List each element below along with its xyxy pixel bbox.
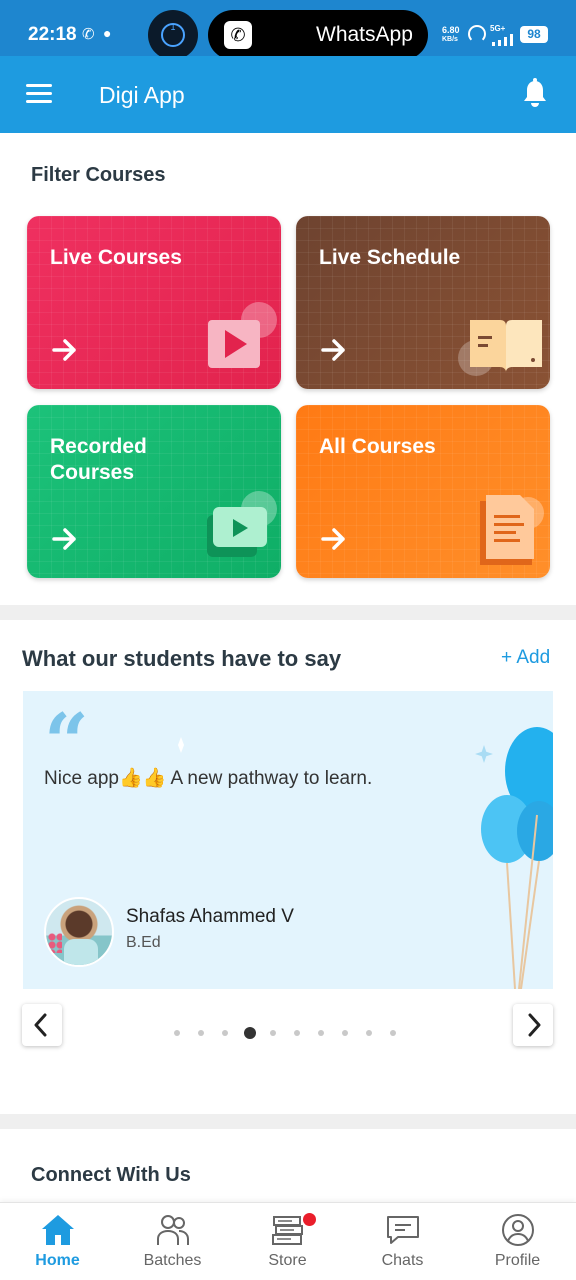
nav-batches[interactable]: Batches bbox=[115, 1203, 230, 1280]
pagination-dot-active[interactable] bbox=[244, 1027, 256, 1039]
section-divider bbox=[0, 1114, 576, 1129]
add-testimonial-button[interactable]: + Add bbox=[501, 647, 550, 669]
connect-title: Connect With Us bbox=[31, 1164, 191, 1186]
recorded-video-icon bbox=[207, 491, 277, 557]
broadcast-icon bbox=[161, 23, 185, 47]
store-icon bbox=[272, 1216, 303, 1245]
nav-home[interactable]: Home bbox=[0, 1203, 115, 1280]
next-testimonial-button[interactable] bbox=[513, 1004, 553, 1046]
notification-bell-icon[interactable] bbox=[520, 78, 550, 110]
pagination-dot[interactable] bbox=[270, 1030, 276, 1036]
nav-label: Chats bbox=[381, 1252, 424, 1269]
arrow-right-icon bbox=[52, 339, 76, 361]
testimonial-pagination bbox=[170, 1027, 410, 1041]
pagination-dot[interactable] bbox=[294, 1030, 300, 1036]
nav-label: Profile bbox=[494, 1252, 541, 1269]
status-bar: 22:18 ✆ ● 1 ✆ WhatsApp 6.80 KB/s 5G+ 98 bbox=[0, 0, 576, 60]
all-courses-card[interactable]: All Courses bbox=[296, 405, 550, 578]
app-bar: Digi App bbox=[0, 56, 576, 133]
home-icon bbox=[42, 1215, 74, 1245]
chats-icon bbox=[387, 1216, 419, 1244]
ongoing-call-indicator[interactable]: 1 bbox=[148, 10, 198, 60]
status-time: 22:18 bbox=[28, 24, 77, 45]
sparkle-icon bbox=[178, 737, 184, 753]
app-title: Digi App bbox=[99, 82, 185, 108]
arrow-right-icon bbox=[321, 528, 345, 550]
arrow-right-icon bbox=[321, 339, 345, 361]
chevron-right-icon bbox=[528, 1013, 541, 1037]
call-pill[interactable]: ✆ WhatsApp bbox=[208, 10, 428, 60]
recorded-courses-card[interactable]: Recorded Courses bbox=[27, 405, 281, 578]
section-divider bbox=[0, 605, 576, 620]
card-label: Live Schedule bbox=[319, 246, 461, 269]
live-schedule-card[interactable]: Live Schedule bbox=[296, 216, 550, 389]
filter-courses-title: Filter Courses bbox=[31, 164, 166, 186]
nav-label: Batches bbox=[143, 1252, 202, 1269]
pagination-dot[interactable] bbox=[390, 1030, 396, 1036]
nav-store[interactable]: Store bbox=[230, 1203, 345, 1280]
card-label: Live Courses bbox=[50, 246, 182, 269]
hotspot-icon bbox=[468, 25, 486, 43]
testimonial-quote: Nice app👍👍 A new pathway to learn. bbox=[44, 768, 373, 789]
nav-profile[interactable]: Profile bbox=[460, 1203, 575, 1280]
pagination-dot[interactable] bbox=[318, 1030, 324, 1036]
nav-label: Home bbox=[35, 1252, 80, 1269]
call-icon: ✆ bbox=[82, 26, 95, 43]
message-icon: ● bbox=[103, 25, 112, 41]
testimonial-author-name: Shafas Ahammed V bbox=[126, 906, 294, 927]
network-type: 5G+ bbox=[490, 24, 506, 33]
open-book-icon bbox=[458, 320, 542, 376]
nav-label: Store bbox=[268, 1252, 307, 1269]
chevron-left-icon bbox=[34, 1013, 47, 1037]
network-speed-unit: KB/s bbox=[442, 36, 458, 43]
arrow-right-icon bbox=[52, 528, 76, 550]
nav-chats[interactable]: Chats bbox=[345, 1203, 460, 1280]
battery-level: 98 bbox=[520, 26, 548, 43]
document-icon bbox=[480, 495, 544, 565]
pagination-dot[interactable] bbox=[366, 1030, 372, 1036]
signal-icon bbox=[492, 34, 516, 46]
profile-icon bbox=[502, 1214, 534, 1246]
phone-icon: ✆ bbox=[224, 21, 252, 49]
testimonial-author-degree: B.Ed bbox=[126, 934, 161, 951]
store-notification-badge bbox=[303, 1213, 316, 1226]
network-speed: 6.80 KB/s bbox=[442, 25, 460, 45]
bottom-navigation: Home Batches Store Chats Profile bbox=[0, 1202, 576, 1280]
hamburger-menu-icon[interactable] bbox=[26, 84, 52, 104]
pagination-dot[interactable] bbox=[342, 1030, 348, 1036]
live-courses-card[interactable]: Live Courses bbox=[27, 216, 281, 389]
network-speed-value: 6.80 bbox=[442, 25, 460, 35]
play-video-icon bbox=[208, 302, 277, 368]
batches-icon bbox=[157, 1215, 189, 1245]
card-label: All Courses bbox=[319, 435, 436, 458]
card-label: Recorded Courses bbox=[50, 435, 147, 484]
balloons-icon bbox=[481, 727, 553, 989]
testimonial-card: “ Nice app👍👍 A new pathway to learn. Sha… bbox=[23, 691, 553, 989]
pagination-dot[interactable] bbox=[174, 1030, 180, 1036]
previous-testimonial-button[interactable] bbox=[22, 1004, 62, 1046]
pagination-dot[interactable] bbox=[198, 1030, 204, 1036]
pagination-dot[interactable] bbox=[222, 1030, 228, 1036]
avatar bbox=[44, 897, 114, 967]
testimonials-title: What our students have to say bbox=[22, 646, 342, 671]
call-app-name: WhatsApp bbox=[316, 23, 413, 46]
